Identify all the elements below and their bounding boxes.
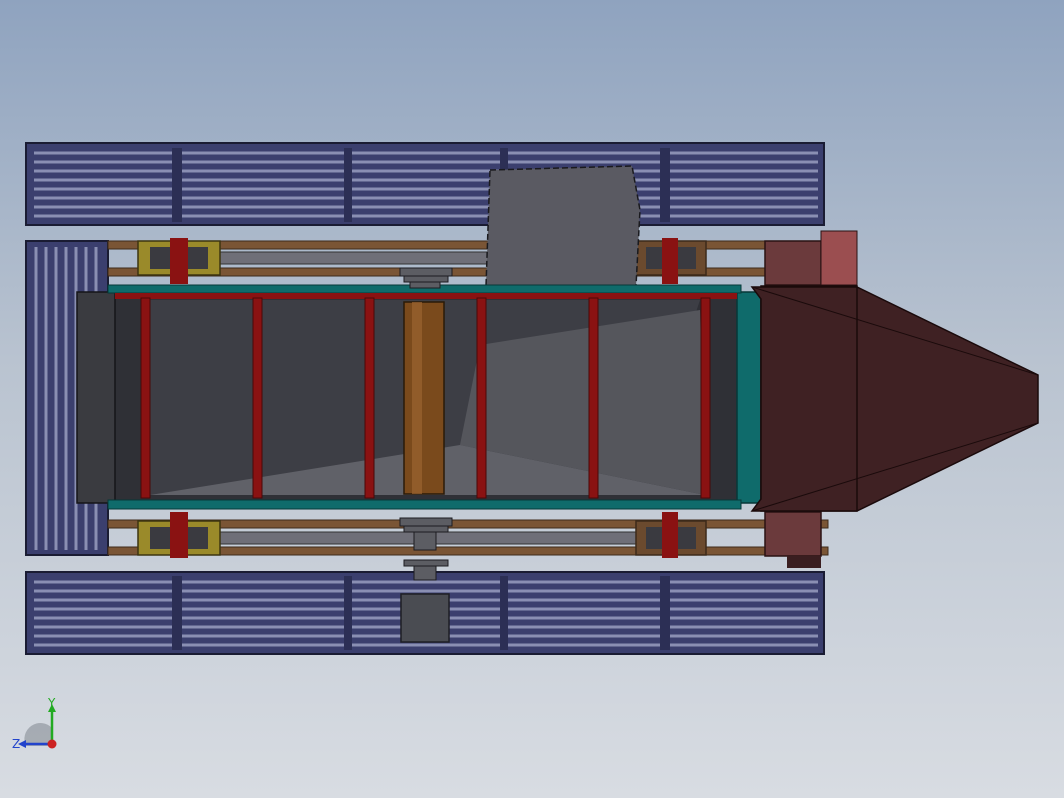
orientation-triad: Y Z — [8, 696, 68, 758]
bearing-housing-upper-left[interactable] — [137, 238, 221, 284]
lower-teal-rail — [107, 499, 742, 510]
cad-viewport[interactable]: Y Z — [0, 0, 1064, 798]
bearing-housing-lower-left[interactable] — [137, 512, 221, 558]
motor-mount-plate[interactable] — [400, 593, 450, 643]
rear-drum — [485, 165, 641, 287]
conveyor-assembly-model[interactable] — [0, 0, 1064, 798]
triad-y-label: Y — [47, 698, 56, 710]
lower-track-panel[interactable] — [25, 571, 825, 655]
bearing-housing-lower-right[interactable] — [635, 512, 707, 558]
triad-x-axis — [47, 739, 57, 749]
lower-right-bracket[interactable] — [764, 511, 822, 568]
triad-z-label: Z — [12, 737, 20, 751]
bearing-housing-upper-right[interactable] — [635, 238, 707, 284]
discharge-hopper[interactable] — [750, 285, 1039, 512]
upper-red-rail — [115, 293, 737, 299]
upper-track-panel[interactable] — [25, 142, 825, 226]
drive-roller[interactable] — [403, 301, 445, 495]
upper-right-bracket[interactable] — [764, 230, 858, 286]
